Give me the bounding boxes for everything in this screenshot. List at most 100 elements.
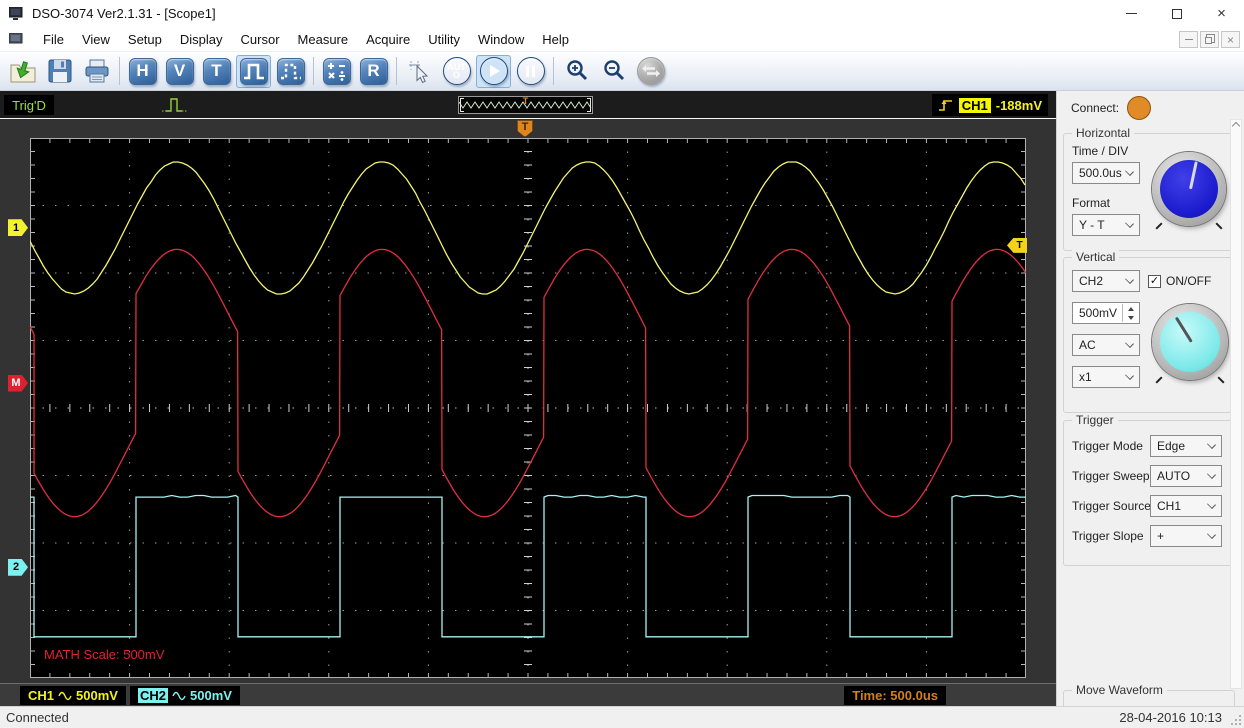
- waveform-preview[interactable]: T: [458, 96, 593, 114]
- mdi-minimize-icon: [1185, 39, 1193, 40]
- cursor-button[interactable]: [402, 55, 437, 88]
- ref-icon: R: [360, 58, 388, 85]
- menu-utility[interactable]: Utility: [419, 28, 469, 51]
- channel-onoff[interactable]: ✓ ON/OFF: [1148, 274, 1211, 288]
- math-button[interactable]: [319, 55, 354, 88]
- acquisition-pulse-icon: [160, 94, 196, 116]
- menu-file[interactable]: File: [34, 28, 73, 51]
- ref-button[interactable]: R: [356, 55, 391, 88]
- spin-up-icon[interactable]: [1123, 304, 1138, 313]
- trigger-position-marker[interactable]: T: [517, 120, 533, 137]
- channel-info-bar: CH1 500mV CH2 500mV Time: 500.0us: [0, 683, 1056, 706]
- transfer-button[interactable]: [633, 55, 668, 88]
- trigger-slope-label: Trigger Slope: [1072, 529, 1144, 543]
- time-div-select[interactable]: 500.0us: [1072, 162, 1140, 184]
- open-icon: [9, 58, 37, 84]
- probe-select[interactable]: x1: [1072, 366, 1140, 388]
- trigger-mode-select[interactable]: Edge: [1150, 435, 1222, 457]
- volts-div-spinner[interactable]: 500mV: [1072, 302, 1140, 324]
- ch1-position-marker[interactable]: 1: [8, 219, 28, 236]
- run-button[interactable]: [476, 55, 511, 88]
- auto-setup-button[interactable]: AUTO: [439, 55, 474, 88]
- ch2-scale: 500mV: [190, 688, 232, 703]
- chevron-down-icon: [1125, 167, 1134, 176]
- ch2-info-badge[interactable]: CH2 500mV: [130, 686, 240, 705]
- application-window: DSO-3074 Ver2.1.31 - [Scope1] × File Vie…: [0, 0, 1244, 728]
- trigger-sweep-label: Trigger Sweep: [1072, 469, 1150, 483]
- auto-setup-icon: AUTO: [447, 63, 467, 79]
- scope-status-strip: Trig'D T CH1 -188mV: [0, 91, 1056, 119]
- trigger-icon: T: [203, 58, 231, 85]
- connect-label: Connect:: [1071, 101, 1119, 115]
- close-button[interactable]: ×: [1199, 0, 1244, 27]
- menu-cursor[interactable]: Cursor: [232, 28, 289, 51]
- menu-display[interactable]: Display: [171, 28, 232, 51]
- print-button[interactable]: [79, 55, 114, 88]
- checkbox-checked-icon[interactable]: ✓: [1148, 275, 1161, 288]
- vertical-icon: V: [166, 58, 194, 85]
- mdi-close-button[interactable]: ×: [1221, 31, 1240, 48]
- horizontal-knob[interactable]: [1152, 152, 1226, 226]
- trigger-group: Trigger Trigger Mode Edge Trigger Sweep …: [1063, 420, 1235, 566]
- minimize-icon: [1126, 13, 1137, 14]
- coupling-select[interactable]: AC: [1072, 334, 1140, 356]
- zoom-out-button[interactable]: [596, 55, 631, 88]
- timebase-label: Time: 500.0us: [852, 688, 938, 703]
- open-button[interactable]: [5, 55, 40, 88]
- pulse-dashed-button[interactable]: [273, 55, 308, 88]
- pause-button[interactable]: [513, 55, 548, 88]
- menu-measure[interactable]: Measure: [289, 28, 358, 51]
- math-icon: [326, 60, 348, 82]
- format-select[interactable]: Y - T: [1072, 214, 1140, 236]
- status-bar: Connected 28-04-2016 10:13: [0, 706, 1244, 728]
- connection-status: Connected: [6, 710, 69, 725]
- vertical-knob[interactable]: [1152, 304, 1228, 380]
- mdi-minimize-button[interactable]: [1179, 31, 1198, 48]
- trigger-button[interactable]: T: [199, 55, 234, 88]
- horizontal-group-title: Horizontal: [1072, 126, 1134, 140]
- trigger-source-select[interactable]: CH1: [1150, 495, 1222, 517]
- chevron-down-icon: [1207, 500, 1216, 509]
- math-position-marker[interactable]: M: [8, 375, 28, 392]
- menu-help[interactable]: Help: [533, 28, 578, 51]
- minimize-button[interactable]: [1109, 0, 1154, 27]
- vertical-button[interactable]: V: [162, 55, 197, 88]
- channel-select[interactable]: CH2: [1072, 270, 1140, 292]
- panel-scrollbar[interactable]: [1230, 119, 1242, 689]
- spin-down-icon[interactable]: [1123, 313, 1138, 322]
- chevron-down-icon: [1125, 275, 1134, 284]
- menu-setup[interactable]: Setup: [119, 28, 171, 51]
- menu-acquire[interactable]: Acquire: [357, 28, 419, 51]
- trigger-slope-icon: [938, 97, 954, 113]
- chevron-down-icon: [1125, 339, 1134, 348]
- maximize-button[interactable]: [1154, 0, 1199, 27]
- toolbar-separator: [313, 57, 314, 85]
- horizontal-group: Horizontal Time / DIV 500.0us Format Y -…: [1063, 133, 1235, 251]
- transfer-icon: [641, 64, 661, 78]
- pulse-button[interactable]: [236, 55, 271, 88]
- horizontal-button[interactable]: H: [125, 55, 160, 88]
- waveform-plot[interactable]: [30, 138, 1026, 678]
- mdi-restore-icon: [1205, 37, 1212, 44]
- connect-status-indicator[interactable]: [1127, 96, 1151, 120]
- chevron-down-icon: [1125, 219, 1134, 228]
- close-icon: ×: [1217, 6, 1226, 21]
- trigger-readout: CH1 -188mV: [932, 94, 1048, 116]
- zoom-in-button[interactable]: [559, 55, 594, 88]
- horizontal-icon: H: [129, 58, 157, 85]
- preview-trigger-marker: T: [459, 96, 592, 106]
- ch1-info-badge[interactable]: CH1 500mV: [20, 686, 126, 705]
- chevron-down-icon: [1207, 530, 1216, 539]
- resize-grip[interactable]: [1231, 715, 1241, 725]
- pulse-icon: [242, 59, 266, 83]
- save-button[interactable]: [42, 55, 77, 88]
- menu-window[interactable]: Window: [469, 28, 533, 51]
- zoom-out-icon: [601, 58, 627, 84]
- trigger-sweep-select[interactable]: AUTO: [1150, 465, 1222, 487]
- menu-view[interactable]: View: [73, 28, 119, 51]
- ch2-position-marker[interactable]: 2: [8, 559, 28, 576]
- trigger-slope-select[interactable]: +: [1150, 525, 1222, 547]
- mdi-restore-button[interactable]: [1200, 31, 1219, 48]
- ch2-label: CH2: [138, 688, 168, 703]
- control-panel: Connect: Horizontal Time / DIV 500.0us F…: [1056, 91, 1244, 706]
